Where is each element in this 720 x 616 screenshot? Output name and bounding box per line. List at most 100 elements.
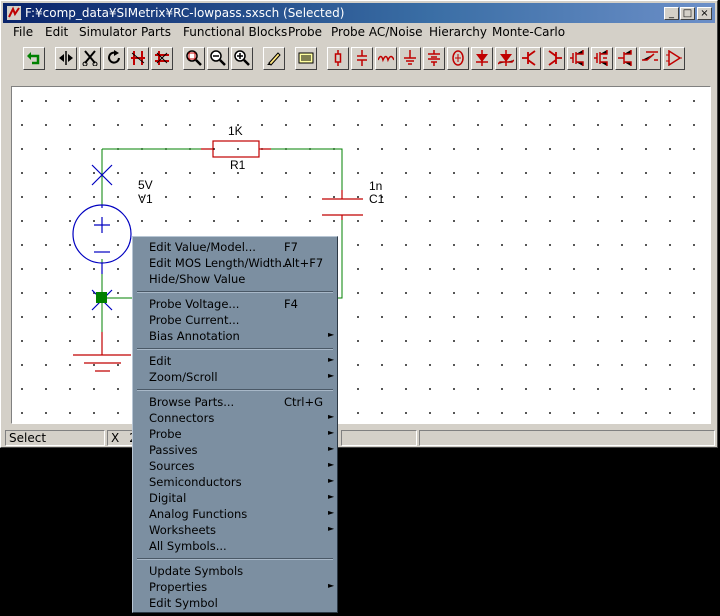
menu-item-probe-current[interactable]: Probe Current... [133, 312, 337, 328]
submenu-arrow-icon: ► [328, 476, 335, 485]
menu-item-update-symbols[interactable]: Update Symbols [133, 563, 337, 579]
menu-item-connectors[interactable]: Connectors ► [133, 410, 337, 426]
menu-simulator[interactable]: Simulator [79, 25, 137, 39]
opamp-icon [666, 50, 682, 66]
place-ground-button[interactable] [399, 47, 421, 70]
menu-probe[interactable]: Probe [288, 25, 322, 39]
app-icon [7, 6, 21, 20]
menu-item-hide-show-value[interactable]: Hide/Show Value [133, 271, 337, 287]
main-window: F:¥comp_data¥SIMetrix¥RC-lowpass.sxsch (… [0, 0, 718, 448]
submenu-arrow-icon: ► [328, 355, 335, 364]
menu-hierarchy[interactable]: Hierarchy [429, 25, 487, 39]
menu-functional-blocks[interactable]: Functional Blocks [183, 25, 287, 39]
menu-item-browse-parts[interactable]: Browse Parts... Ctrl+G [133, 394, 337, 410]
submenu-arrow-icon: ► [328, 330, 335, 339]
rotate-icon [108, 50, 120, 64]
place-source-button[interactable] [447, 47, 469, 70]
c1-name[interactable]: C1 [369, 192, 385, 206]
menu-bar: File Edit Simulator Parts Functional Blo… [3, 24, 715, 42]
wire[interactable] [259, 148, 343, 190]
cut-button[interactable] [79, 47, 101, 70]
close-button[interactable]: × [697, 7, 712, 20]
voltage-source-v1[interactable] [72, 204, 132, 264]
flip-button[interactable] [55, 47, 77, 70]
submenu-arrow-icon: ► [328, 508, 335, 517]
menu-item-probe[interactable]: Probe ► [133, 426, 337, 442]
menu-item-edit-mos[interactable]: Edit MOS Length/Width... Alt+F7 [133, 255, 337, 271]
diode-icon [476, 50, 488, 66]
submenu-arrow-icon: ► [328, 371, 335, 380]
v1-value[interactable]: 5V [138, 178, 153, 192]
menu-item-analog-functions[interactable]: Analog Functions ► [133, 506, 337, 522]
menu-edit[interactable]: Edit [45, 25, 68, 39]
draw-wire-button[interactable] [263, 47, 285, 70]
undo-button[interactable] [23, 47, 45, 70]
place-capacitor-button[interactable] [351, 47, 373, 70]
c1-value[interactable]: 1n [369, 179, 382, 193]
switch-icon [642, 51, 658, 61]
undo-icon [27, 52, 40, 65]
inductor-icon [378, 55, 394, 63]
wire-break-button[interactable] [127, 47, 149, 70]
submenu-arrow-icon: ► [328, 524, 335, 533]
zoom-out-button[interactable] [207, 47, 229, 70]
zoom-full-button[interactable] [183, 47, 205, 70]
selected-node[interactable] [96, 292, 107, 303]
menu-separator [137, 291, 333, 293]
capacitor-c1[interactable] [322, 190, 363, 220]
menu-item-digital[interactable]: Digital ► [133, 490, 337, 506]
minimize-button[interactable]: _ [664, 7, 679, 20]
resistor-r1[interactable] [212, 140, 260, 158]
place-inductor-button[interactable] [375, 47, 397, 70]
context-menu: Edit Value/Model... F7 Edit MOS Length/W… [132, 236, 338, 613]
place-resistor-button[interactable] [327, 47, 349, 70]
delete-wire-icon [155, 51, 169, 65]
delete-wire-button[interactable] [151, 47, 173, 70]
place-battery-button[interactable] [423, 47, 445, 70]
place-zener-button[interactable] [495, 47, 517, 70]
status-panel-4 [419, 430, 715, 446]
zoom-in-button[interactable] [231, 47, 253, 70]
place-opamp-button[interactable] [663, 47, 685, 70]
rotate-button[interactable] [103, 47, 125, 70]
menu-item-edit-symbol[interactable]: Edit Symbol [133, 595, 337, 611]
menu-item-zoom-scroll[interactable]: Zoom/Scroll ► [133, 369, 337, 385]
menu-item-probe-voltage[interactable]: Probe Voltage... F4 [133, 296, 337, 312]
menu-monte-carlo[interactable]: Monte-Carlo [492, 25, 565, 39]
menu-item-passives[interactable]: Passives ► [133, 442, 337, 458]
toolbar [3, 45, 715, 75]
place-nmos-button[interactable] [567, 47, 589, 70]
menu-item-edit-value-model[interactable]: Edit Value/Model... F7 [133, 239, 337, 255]
place-npn-button[interactable] [519, 47, 541, 70]
menu-item-semiconductors[interactable]: Semiconductors ► [133, 474, 337, 490]
place-jfet-button[interactable] [615, 47, 637, 70]
menu-parts[interactable]: Parts [141, 25, 171, 39]
menu-item-all-symbols[interactable]: All Symbols... [133, 538, 337, 554]
place-pmos-button[interactable] [591, 47, 613, 70]
menu-item-properties[interactable]: Properties ► [133, 579, 337, 595]
menu-file[interactable]: File [13, 25, 33, 39]
submenu-arrow-icon: ► [328, 581, 335, 590]
menu-item-worksheets[interactable]: Worksheets ► [133, 522, 337, 538]
maximize-button[interactable]: □ [680, 7, 695, 20]
r1-value[interactable]: 1K [228, 124, 243, 138]
window-title: F:¥comp_data¥SIMetrix¥RC-lowpass.sxsch (… [25, 6, 345, 20]
r1-name[interactable]: R1 [230, 158, 246, 172]
menu-item-sources[interactable]: Sources ► [133, 458, 337, 474]
place-diode-button[interactable] [471, 47, 493, 70]
schematic-canvas[interactable]: 1K R1 1n C1 5V V1 [11, 86, 711, 424]
capacitor-icon [357, 50, 367, 66]
npn-icon [522, 50, 536, 66]
status-bar: Select X 2 [3, 429, 717, 447]
place-pnp-button[interactable] [543, 47, 565, 70]
status-x-label: X [111, 431, 120, 445]
netlist-icon [298, 52, 314, 64]
v1-name[interactable]: V1 [138, 192, 153, 206]
ground-symbol[interactable] [73, 332, 131, 372]
menu-item-edit[interactable]: Edit ► [133, 353, 337, 369]
menu-item-bias-annotation[interactable]: Bias Annotation ► [133, 328, 337, 344]
zoom-in-icon [234, 50, 250, 66]
menu-probe-ac-noise[interactable]: Probe AC/Noise [331, 25, 423, 39]
netlist-button[interactable] [295, 47, 317, 70]
place-switch-button[interactable] [639, 47, 661, 70]
